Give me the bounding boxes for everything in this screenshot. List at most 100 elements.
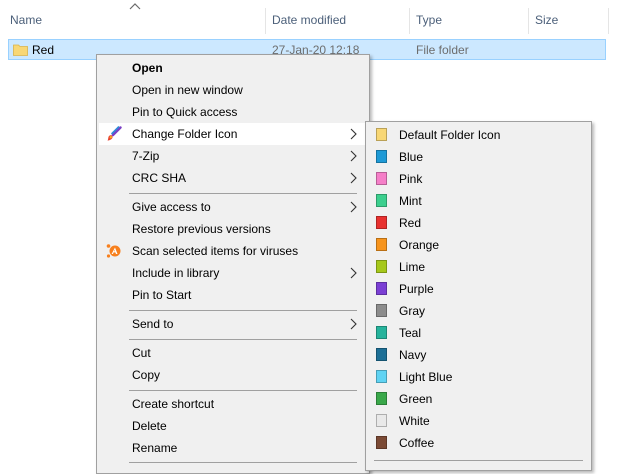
submenu-item-label: Blue: [399, 150, 424, 164]
menu-item-label: Open in new window: [132, 83, 243, 97]
column-divider[interactable]: [409, 8, 410, 34]
folder-color-swatch-icon: [376, 128, 387, 141]
chevron-right-icon: [350, 318, 357, 330]
submenu-item-orange[interactable]: Orange: [368, 234, 589, 256]
menu-item-restore-versions[interactable]: Restore previous versions: [99, 218, 367, 240]
folder-color-swatch-icon: [376, 436, 387, 449]
menu-item-label: Copy: [132, 368, 161, 382]
submenu-item-gray[interactable]: Gray: [368, 300, 589, 322]
menu-item-open[interactable]: Open: [99, 57, 367, 79]
folder-color-swatch-icon: [376, 348, 387, 361]
menu-item-change-folder-icon[interactable]: Change Folder Icon: [99, 123, 367, 145]
submenu-item-label: Mint: [399, 194, 422, 208]
file-name: Red: [32, 43, 55, 57]
menu-item-label: Rename: [132, 441, 178, 455]
menu-item-label: Scan selected items for viruses: [132, 244, 299, 258]
chevron-right-icon: [350, 201, 357, 213]
folder-color-swatch-icon: [376, 194, 387, 207]
folder-color-swatch-icon: [376, 260, 387, 273]
menu-item-open-new-window[interactable]: Open in new window: [99, 79, 367, 101]
folder-color-swatch-icon: [376, 216, 387, 229]
submenu-item-label: Lime: [399, 260, 426, 274]
menu-item-label: Open: [132, 61, 163, 75]
menu-item-label: Pin to Start: [132, 288, 192, 302]
submenu-item-label: Orange: [399, 238, 440, 252]
menu-separator: [129, 390, 357, 391]
chevron-right-icon: [350, 128, 357, 140]
submenu-item-label: Navy: [399, 348, 427, 362]
paintbrush-icon: [107, 126, 122, 141]
menu-item-label: Delete: [132, 419, 167, 433]
folder-color-swatch-icon: [376, 414, 387, 427]
column-type[interactable]: Type: [416, 13, 442, 27]
menu-item-cut[interactable]: Cut: [99, 342, 367, 364]
folder-color-swatch-icon: [376, 282, 387, 295]
column-divider[interactable]: [608, 8, 609, 34]
folder-color-swatch-icon: [376, 392, 387, 405]
submenu-item-label: Teal: [399, 326, 422, 340]
submenu-item-lime[interactable]: Lime: [368, 256, 589, 278]
submenu-item-label: White: [399, 414, 430, 428]
menu-item-send-to[interactable]: Send to: [99, 313, 367, 335]
submenu-item-label: Purple: [399, 282, 434, 296]
submenu-item-label: Green: [399, 392, 433, 406]
folder-color-swatch-icon: [376, 304, 387, 317]
submenu-item-pink[interactable]: Pink: [368, 168, 589, 190]
submenu-item-coffee[interactable]: Coffee: [368, 432, 589, 454]
submenu-item-red[interactable]: Red: [368, 212, 589, 234]
menu-item-create-shortcut[interactable]: Create shortcut: [99, 393, 367, 415]
menu-item-delete[interactable]: Delete: [99, 415, 367, 437]
column-name[interactable]: Name: [10, 13, 42, 27]
menu-item-rename[interactable]: Rename: [99, 437, 367, 459]
submenu-item-light-blue[interactable]: Light Blue: [368, 366, 589, 388]
submenu-item-purple[interactable]: Purple: [368, 278, 589, 300]
submenu-item-label: Pink: [399, 172, 423, 186]
menu-item-7zip[interactable]: 7-Zip: [99, 145, 367, 167]
submenu-item-label: Gray: [399, 304, 426, 318]
submenu-item-blue[interactable]: Blue: [368, 146, 589, 168]
chevron-right-icon: [350, 267, 357, 279]
submenu-item-teal[interactable]: Teal: [368, 322, 589, 344]
folder-color-swatch-icon: [376, 326, 387, 339]
menu-item-label: Change Folder Icon: [132, 127, 238, 141]
menu-item-copy[interactable]: Copy: [99, 364, 367, 386]
menu-item-crc-sha[interactable]: CRC SHA: [99, 167, 367, 189]
folder-color-swatch-icon: [376, 370, 387, 383]
menu-item-scan-viruses[interactable]: Scan selected items for viruses: [99, 240, 367, 262]
folder-color-swatch-icon: [376, 172, 387, 185]
menu-separator: [129, 310, 357, 311]
menu-item-label: 7-Zip: [132, 149, 160, 163]
menu-item-label: Create shortcut: [132, 397, 215, 411]
column-size[interactable]: Size: [535, 13, 558, 27]
submenu-item-white[interactable]: White: [368, 410, 589, 432]
chevron-up-icon: [129, 3, 141, 10]
submenu-item-label: Default Folder Icon: [399, 128, 501, 142]
submenu-item-mint[interactable]: Mint: [368, 190, 589, 212]
menu-item-label: Restore previous versions: [132, 222, 271, 236]
submenu-item-default[interactable]: Default Folder Icon: [368, 124, 589, 146]
chevron-right-icon: [350, 150, 357, 162]
column-header-bar: Name Date modified Type Size: [0, 0, 617, 38]
folder-color-swatch-icon: [376, 150, 387, 163]
chevron-right-icon: [350, 172, 357, 184]
menu-item-label: Send to: [132, 317, 174, 331]
column-divider[interactable]: [528, 8, 529, 34]
menu-item-include-library[interactable]: Include in library: [99, 262, 367, 284]
submenu-item-label: Light Blue: [399, 370, 453, 384]
context-menu: Open Open in new window Pin to Quick acc…: [96, 54, 370, 474]
menu-separator: [129, 193, 357, 194]
submenu-item-navy[interactable]: Navy: [368, 344, 589, 366]
menu-separator: [374, 460, 583, 461]
column-date-modified[interactable]: Date modified: [272, 13, 346, 27]
menu-item-label: CRC SHA: [132, 171, 187, 185]
submenu-item-label: Coffee: [399, 436, 435, 450]
menu-item-pin-quick-access[interactable]: Pin to Quick access: [99, 101, 367, 123]
menu-item-label: Include in library: [132, 266, 220, 280]
folder-icon-submenu: Default Folder Icon Blue Pink Mint Red O…: [365, 121, 592, 471]
menu-item-give-access[interactable]: Give access to: [99, 196, 367, 218]
menu-item-label: Pin to Quick access: [132, 105, 238, 119]
submenu-item-green[interactable]: Green: [368, 388, 589, 410]
column-divider[interactable]: [265, 8, 266, 34]
menu-item-pin-start[interactable]: Pin to Start: [99, 284, 367, 306]
file-type: File folder: [416, 43, 469, 57]
